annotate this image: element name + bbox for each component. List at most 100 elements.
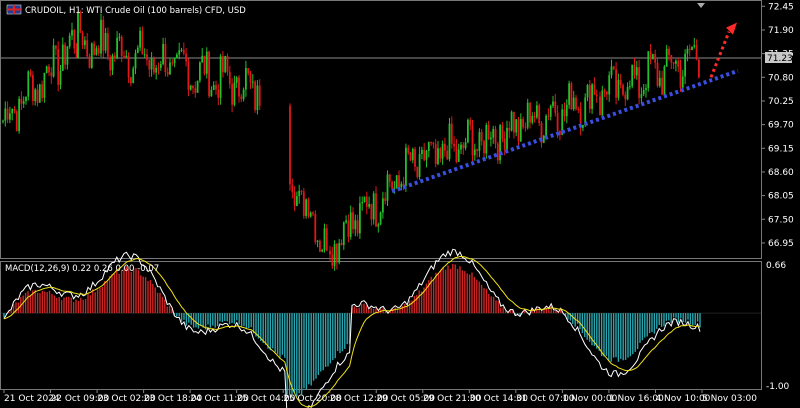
candle-body [577,109,580,111]
candle-body [231,84,233,105]
candle-body [437,148,439,164]
candle-body [180,49,183,51]
candle-body [554,101,557,113]
candle-body [245,68,247,90]
candle-body [393,187,396,189]
candle-body [258,85,261,106]
candle-body [81,32,84,46]
candle-body [356,220,359,234]
candle-body [136,47,139,54]
candle-body [656,62,659,86]
candle-body [298,190,301,197]
candle-body [201,55,204,63]
candle-body [27,71,30,97]
candle-body [34,89,37,101]
candle-body [150,58,153,70]
candle-body [681,76,684,88]
candle-body [672,62,675,64]
candle-body [638,67,640,98]
candle-body [591,84,593,109]
candle-body [542,135,545,143]
candle-body [22,101,25,104]
candle-body [336,244,338,263]
candle-body [347,220,350,237]
candle-body [400,183,403,188]
time-axis[interactable]: 21 Oct 202422 Oct 09:0023 Oct 02:0023 Oc… [3,390,757,404]
candle-body [421,149,423,154]
price-axis[interactable]: 72.4571.9071.3570.8070.2569.7069.1568.60… [762,2,794,249]
candle-body [100,19,102,54]
candle-body [453,143,455,147]
candle-body [9,113,11,120]
candle-body [608,75,611,95]
candle-body [386,174,389,201]
candle-body [363,196,366,202]
candle-body [476,149,478,151]
candle-body [359,203,361,234]
candle-body [102,19,105,51]
candle-body [565,104,568,117]
candle-body [384,198,387,201]
candle-body [538,105,541,124]
candle-body [510,111,513,131]
candle-body [536,105,538,118]
candle-body [382,198,384,213]
candle-body [68,35,71,47]
candle-body [88,56,91,68]
candle-body [125,55,128,57]
candle-body [370,204,373,220]
candle-body [84,40,86,46]
candle-body [55,45,57,50]
candle-body [352,212,354,230]
candle-body [695,45,698,60]
candle-body [162,43,164,65]
candle-body [439,148,442,159]
candle-body [6,108,9,120]
candle-body [563,109,566,117]
candle-body [485,125,488,154]
candle-body [48,66,50,73]
candle-body [460,144,462,150]
candle-body [492,128,495,138]
trading-chart[interactable]: CRUDOIL, H1: WTI Crude Oil (100 barrels)… [0,0,800,408]
candle-body [185,53,187,62]
candle-body [296,196,298,206]
candle-body [173,58,176,64]
candle-body [300,190,303,192]
candle-body [215,85,217,90]
candle-body [134,53,137,69]
macd-axis-bottom: -1.00 [766,382,790,392]
candle-body [203,55,206,74]
candle-body [32,75,34,101]
candle-body [462,144,465,149]
candle-body [503,138,506,150]
candle-body [226,55,229,72]
candle-body [524,127,527,129]
candle-body [166,72,169,75]
candle-body [141,30,144,55]
candle-body [568,83,570,105]
candle-body [670,55,673,63]
candle-body [323,228,326,250]
candle-body [494,128,497,144]
candle-body [478,132,481,151]
candle-body [319,240,321,252]
candle-body [501,125,504,139]
candle-body [686,48,689,54]
candle-body [418,153,421,177]
candle-body [240,96,243,100]
candle-body [457,149,460,162]
candle-body [247,68,250,74]
candle-body [432,142,435,145]
candle-body [302,191,305,216]
symbol-title: CRUDOIL, H1: WTI Crude Oil (100 barrels)… [25,6,246,16]
candle-body [321,249,324,252]
candle-body [64,44,66,65]
candle-body [111,55,114,71]
candle-body [448,123,451,160]
candle-body [635,67,638,76]
candle-body [471,125,474,156]
candle-body [217,89,220,98]
candle-body [467,119,469,143]
candle-body [43,72,46,98]
